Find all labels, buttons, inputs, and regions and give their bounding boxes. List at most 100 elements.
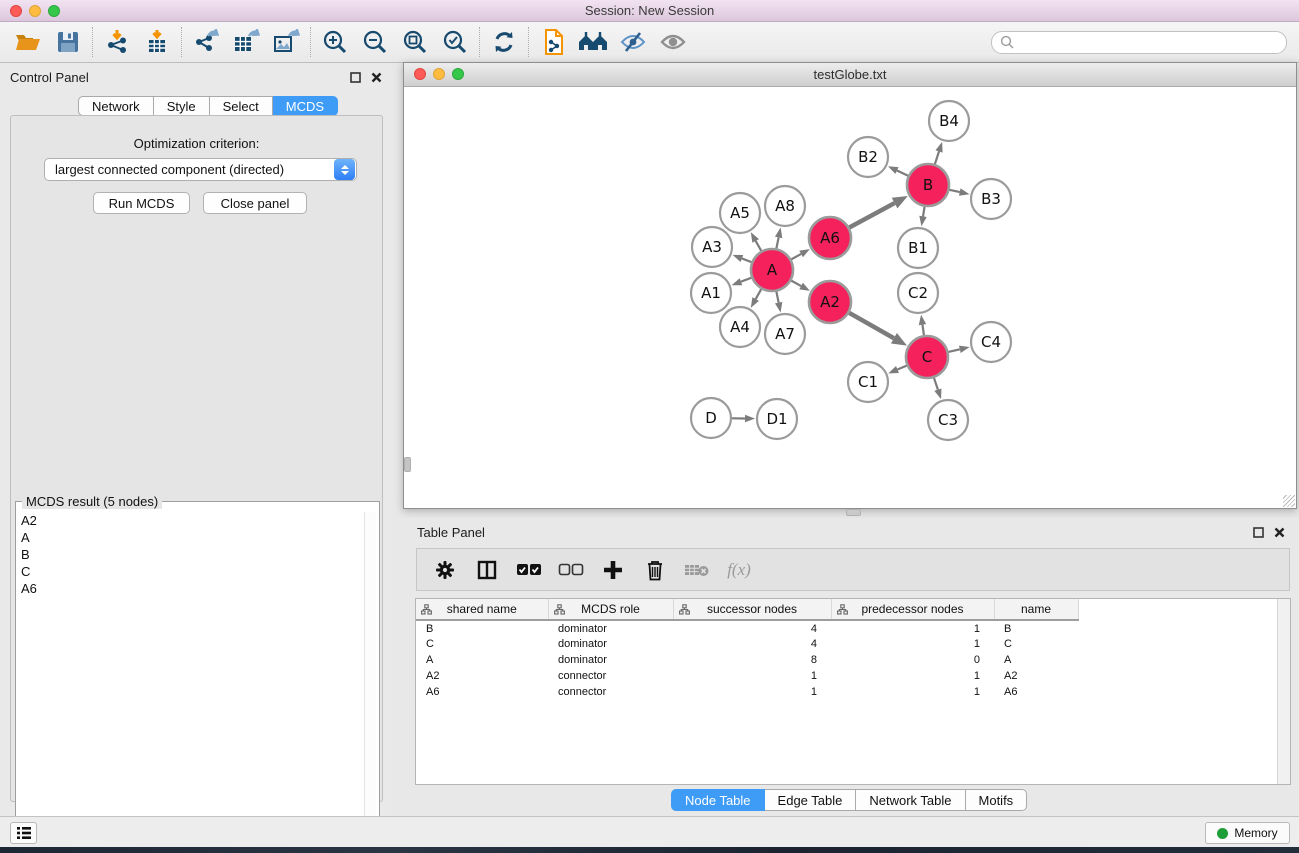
- optimization-criterion-select[interactable]: largest connected component (directed): [44, 158, 357, 181]
- import-network-button[interactable]: [97, 25, 137, 59]
- net-minimize-button[interactable]: [433, 68, 445, 80]
- mcds-result-item[interactable]: A: [16, 529, 360, 546]
- table-cell[interactable]: dominator: [548, 652, 673, 668]
- table-row[interactable]: A2connector11A2: [416, 668, 1266, 684]
- graph-edge-A-A4[interactable]: [756, 289, 762, 299]
- graph-edge-B-B1[interactable]: [923, 207, 925, 217]
- mcds-result-item[interactable]: B: [16, 546, 360, 563]
- table-cell[interactable]: 1: [673, 668, 831, 684]
- network-window-titlebar[interactable]: testGlobe.txt: [404, 63, 1296, 87]
- table-settings-button[interactable]: [431, 555, 459, 585]
- table-cell[interactable]: B: [416, 620, 548, 636]
- zoom-fit-button[interactable]: [395, 25, 435, 59]
- network-horizontal-scrollbar-thumb[interactable]: [846, 509, 861, 516]
- select-all-button[interactable]: [515, 555, 543, 585]
- graph-edge-B-B3[interactable]: [949, 190, 959, 192]
- graph-edge-C-C1[interactable]: [897, 366, 906, 370]
- minimize-window-button[interactable]: [29, 5, 41, 17]
- table-cell[interactable]: 0: [831, 652, 994, 668]
- tab-network-table[interactable]: Network Table: [856, 789, 965, 811]
- save-session-button[interactable]: [48, 25, 88, 59]
- tab-edge-table[interactable]: Edge Table: [765, 789, 857, 811]
- column-header[interactable]: shared name: [416, 599, 548, 620]
- graph-edge-A-A3[interactable]: [742, 258, 752, 262]
- graph-edge-A2-C[interactable]: [849, 313, 894, 338]
- graph-edge-A-A6[interactable]: [791, 254, 801, 259]
- table-cell[interactable]: A2: [416, 668, 548, 684]
- table-row[interactable]: Bdominator41B: [416, 620, 1266, 636]
- delete-column-button[interactable]: [641, 555, 669, 585]
- tab-select[interactable]: Select: [210, 96, 273, 116]
- export-network-button[interactable]: [186, 25, 226, 59]
- table-cell[interactable]: A6: [416, 684, 548, 700]
- table-cell[interactable]: dominator: [548, 620, 673, 636]
- graph-edge-A-A1[interactable]: [741, 278, 751, 282]
- table-scrollbar[interactable]: [1277, 599, 1290, 784]
- float-table-panel-icon[interactable]: [1253, 527, 1264, 538]
- tab-style[interactable]: Style: [154, 96, 210, 116]
- table-cell[interactable]: 1: [673, 684, 831, 700]
- graph-edge-A6-B[interactable]: [849, 203, 894, 227]
- graph-edge-B-B2[interactable]: [897, 171, 908, 176]
- deselect-all-button[interactable]: [557, 555, 585, 585]
- memory-button[interactable]: Memory: [1205, 822, 1290, 844]
- tab-node-table[interactable]: Node Table: [671, 789, 765, 811]
- table-cell[interactable]: C: [994, 636, 1078, 652]
- graph-edge-C-C3[interactable]: [934, 378, 938, 390]
- search-box[interactable]: [991, 31, 1287, 54]
- table-cell[interactable]: A: [994, 652, 1078, 668]
- graph-edge-A-A2[interactable]: [791, 281, 801, 286]
- tab-motifs[interactable]: Motifs: [966, 789, 1028, 811]
- table-cell[interactable]: A2: [994, 668, 1078, 684]
- export-image-button[interactable]: [266, 25, 306, 59]
- table-cell[interactable]: C: [416, 636, 548, 652]
- table-cell[interactable]: 4: [673, 620, 831, 636]
- graph-edge-A-A8[interactable]: [776, 237, 778, 248]
- import-table-button[interactable]: [137, 25, 177, 59]
- table-cell[interactable]: connector: [548, 684, 673, 700]
- net-close-button[interactable]: [414, 68, 426, 80]
- column-header[interactable]: successor nodes: [673, 599, 831, 620]
- search-input[interactable]: [1015, 36, 1275, 50]
- column-header[interactable]: name: [994, 599, 1078, 620]
- mcds-result-item[interactable]: A6: [16, 580, 360, 597]
- graphics-details-button[interactable]: [613, 25, 653, 59]
- zoom-selected-button[interactable]: [435, 25, 475, 59]
- table-row[interactable]: Adominator80A: [416, 652, 1266, 668]
- zoom-window-button[interactable]: [48, 5, 60, 17]
- tab-network[interactable]: Network: [78, 96, 154, 116]
- close-panel-icon[interactable]: [371, 72, 382, 83]
- window-resize-handle[interactable]: [1283, 495, 1295, 507]
- table-cell[interactable]: 1: [831, 636, 994, 652]
- table-cell[interactable]: B: [994, 620, 1078, 636]
- run-mcds-button[interactable]: Run MCDS: [93, 192, 190, 214]
- table-cell[interactable]: A: [416, 652, 548, 668]
- column-manager-button[interactable]: [473, 555, 501, 585]
- mcds-scrollbar[interactable]: [364, 512, 376, 832]
- table-cell[interactable]: 8: [673, 652, 831, 668]
- zoom-in-button[interactable]: [315, 25, 355, 59]
- graph-edge-B-B4[interactable]: [935, 151, 939, 164]
- birds-eye-view-button[interactable]: [653, 25, 693, 59]
- net-zoom-button[interactable]: [452, 68, 464, 80]
- tab-mcds[interactable]: MCDS: [273, 96, 338, 116]
- graph-edge-C-C2[interactable]: [922, 325, 923, 336]
- task-history-button[interactable]: [10, 822, 37, 844]
- open-file-button[interactable]: [8, 25, 48, 59]
- table-row[interactable]: Cdominator41C: [416, 636, 1266, 652]
- mcds-result-item[interactable]: C: [16, 563, 360, 580]
- table-cell[interactable]: dominator: [548, 636, 673, 652]
- table-cell[interactable]: 1: [831, 684, 994, 700]
- table-cell[interactable]: 1: [831, 620, 994, 636]
- zoom-out-button[interactable]: [355, 25, 395, 59]
- table-row[interactable]: A6connector11A6: [416, 684, 1266, 700]
- export-table-button[interactable]: [226, 25, 266, 59]
- column-header[interactable]: predecessor nodes: [831, 599, 994, 620]
- mcds-result-item[interactable]: A2: [16, 512, 360, 529]
- close-table-panel-icon[interactable]: [1274, 527, 1285, 538]
- table-cell[interactable]: 4: [673, 636, 831, 652]
- close-panel-button[interactable]: Close panel: [203, 192, 307, 214]
- table-cell[interactable]: A6: [994, 684, 1078, 700]
- graph-edge-A-A7[interactable]: [776, 292, 778, 303]
- float-panel-icon[interactable]: [350, 72, 361, 83]
